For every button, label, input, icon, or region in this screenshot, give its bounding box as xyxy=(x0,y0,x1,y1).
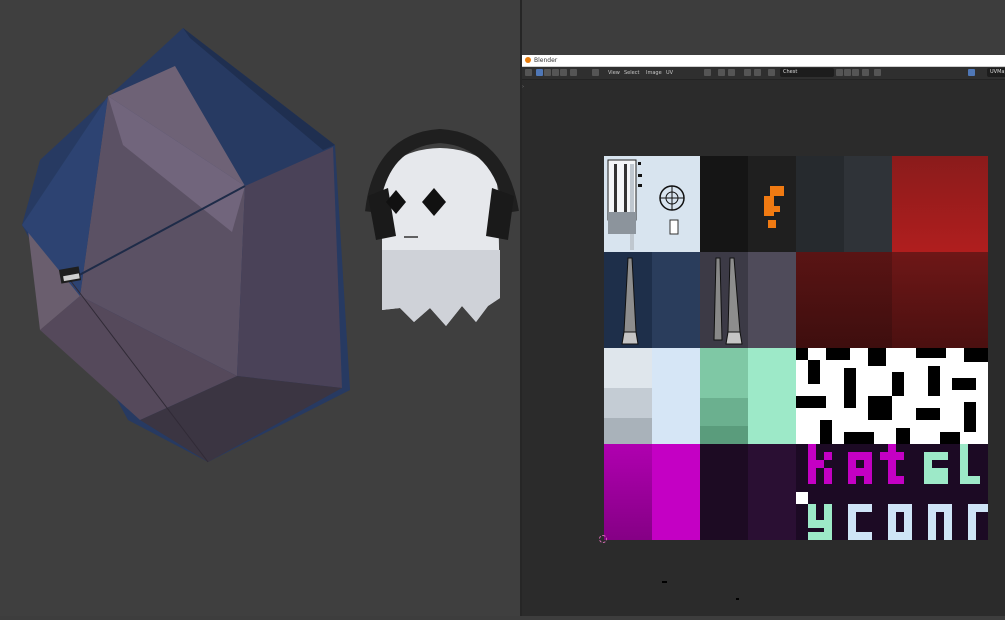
snap-icon[interactable] xyxy=(704,69,711,76)
display-channels-icon[interactable] xyxy=(968,69,975,76)
fake-user-icon[interactable] xyxy=(836,69,843,76)
proportional-edit-icon[interactable] xyxy=(718,69,725,76)
tile-deep-purple xyxy=(700,444,796,540)
ghost-object[interactable] xyxy=(365,128,519,326)
tile-dark-orange xyxy=(700,156,796,252)
tile-red xyxy=(892,156,988,252)
dot-marker xyxy=(662,581,667,583)
dot-marker xyxy=(736,598,739,600)
2d-cursor-icon[interactable] xyxy=(599,535,607,543)
overlay-icon[interactable] xyxy=(744,69,751,76)
falloff-icon[interactable] xyxy=(728,69,735,76)
select-mode-icon[interactable] xyxy=(544,69,551,76)
window-title: Blender xyxy=(534,57,558,64)
tile-purple-blades xyxy=(700,252,796,348)
image-name-field[interactable]: Chest xyxy=(780,68,834,77)
blender-logo-icon xyxy=(525,57,531,63)
tile-noise-pattern xyxy=(796,348,988,444)
viewport-scene xyxy=(22,28,519,463)
uv-map-field[interactable]: UVMap xyxy=(987,68,1005,77)
pivot-icon[interactable] xyxy=(570,69,577,76)
sync-icon[interactable] xyxy=(552,69,559,76)
new-image-icon[interactable] xyxy=(844,69,851,76)
texture-canvas[interactable] xyxy=(604,156,988,540)
menu-view[interactable]: View xyxy=(608,69,620,77)
tile-maroon-2 xyxy=(892,252,988,348)
tile-pixel-font xyxy=(796,444,988,540)
menu-select[interactable]: Select xyxy=(624,69,639,77)
image-editor-header: View Select Image UV Chest UVMap xyxy=(522,67,1005,80)
tile-mint xyxy=(700,348,796,444)
menu-image[interactable]: Image xyxy=(646,69,662,77)
editor-type-icon[interactable] xyxy=(525,69,532,76)
image-browse-icon[interactable] xyxy=(768,69,775,76)
title-bar: Blender xyxy=(522,55,1005,67)
image-editor-window[interactable]: Blender View Select Image UV Chest UVMap… xyxy=(522,55,1005,616)
tile-charcoal xyxy=(796,156,892,252)
menu-uv[interactable]: UV xyxy=(666,69,673,77)
3d-viewport[interactable] xyxy=(0,0,520,616)
unlink-image-icon[interactable] xyxy=(862,69,869,76)
umbrella-object[interactable] xyxy=(22,28,350,463)
view-mode-icon[interactable] xyxy=(536,69,543,76)
pin-icon[interactable] xyxy=(874,69,881,76)
transform-icon[interactable] xyxy=(592,69,599,76)
tile-light-gray xyxy=(604,348,700,444)
gizmo-icon[interactable] xyxy=(754,69,761,76)
toolbar-expand-icon[interactable]: › xyxy=(522,83,524,91)
tile-weapons-uv xyxy=(604,156,700,252)
tile-navy-blades xyxy=(604,252,700,348)
sticky-icon[interactable] xyxy=(560,69,567,76)
open-image-icon[interactable] xyxy=(852,69,859,76)
tile-maroon xyxy=(796,252,892,348)
tile-magenta xyxy=(604,444,700,540)
